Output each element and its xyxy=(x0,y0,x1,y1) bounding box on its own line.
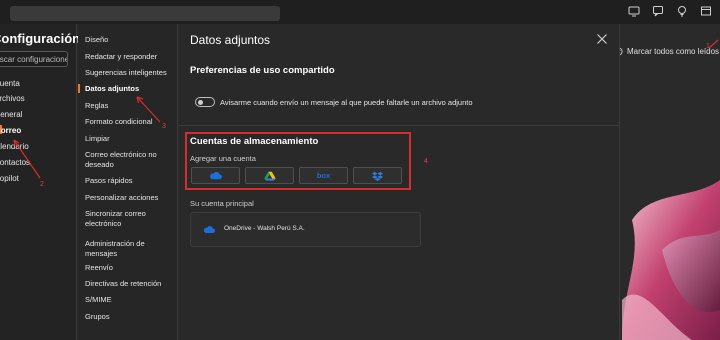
app-search-box[interactable] xyxy=(10,6,280,21)
sharing-section-title: Preferencias de uso compartido xyxy=(190,65,335,76)
nav-item-general[interactable]: General xyxy=(0,110,22,119)
nav-item-cuenta[interactable]: Cuenta xyxy=(0,79,20,88)
add-onedrive-button[interactable] xyxy=(191,167,240,184)
nav-item-archivos[interactable]: Archivos xyxy=(0,94,25,103)
settings-dialog: Configuración Buscar configuraciones Cue… xyxy=(0,24,620,340)
box-icon: box xyxy=(316,171,331,180)
primary-account-name: OneDrive - Walsh Perú S.A. xyxy=(224,225,305,232)
top-toolbar-icons xyxy=(628,5,712,17)
close-icon xyxy=(597,34,607,44)
chat-icon[interactable] xyxy=(652,5,664,17)
annotation-number-2: 2 xyxy=(40,181,44,188)
storage-section-title: Cuentas de almacenamiento xyxy=(190,136,319,147)
app-top-bar xyxy=(0,0,720,24)
sub-item-sugerencias[interactable]: Sugerencias inteligentes xyxy=(85,68,177,78)
sub-item-smime[interactable]: S/MIME xyxy=(85,295,177,305)
share-icon[interactable] xyxy=(628,5,640,17)
settings-search-placeholder: Buscar configuraciones xyxy=(0,55,68,64)
sub-item-reglas[interactable]: Reglas xyxy=(85,101,177,111)
sub-item-pasos-rapidos[interactable]: Pasos rápidos xyxy=(85,176,177,186)
add-google-drive-button[interactable] xyxy=(245,167,294,184)
sub-item-retencion[interactable]: Directivas de retención xyxy=(85,279,177,289)
sub-item-limpiar[interactable]: Limpiar xyxy=(85,134,177,144)
sub-active-indicator xyxy=(78,84,80,93)
close-button[interactable] xyxy=(596,32,608,44)
mark-all-read-button[interactable]: Marcar todos como leídos xyxy=(614,47,719,56)
toggle-knob xyxy=(198,99,203,105)
primary-account-card[interactable]: OneDrive - Walsh Perú S.A. xyxy=(190,212,421,247)
annotation-number-4: 4 xyxy=(424,158,428,165)
attachments-pane: Datos adjuntos Preferencias de uso compa… xyxy=(179,24,620,340)
sub-item-reenvio[interactable]: Reenvío xyxy=(85,263,177,273)
add-box-button[interactable]: box xyxy=(299,167,348,184)
lightbulb-icon[interactable] xyxy=(676,5,688,17)
sub-item-sincronizar[interactable]: Sincronizar correo electrónico xyxy=(85,209,177,229)
nav-item-contactos[interactable]: Contactos xyxy=(0,158,30,167)
page-title: Datos adjuntos xyxy=(190,33,271,47)
sub-item-no-deseado[interactable]: Correo electrónico no deseado xyxy=(85,150,177,170)
sub-item-personalizar[interactable]: Personalizar acciones xyxy=(85,193,177,203)
onedrive-icon xyxy=(210,171,222,179)
settings-title: Configuración xyxy=(0,31,81,46)
nav-item-correo[interactable]: Correo xyxy=(0,126,21,135)
window-icon[interactable] xyxy=(700,5,712,17)
add-account-label: Agregar una cuenta xyxy=(190,154,256,163)
missing-attachment-toggle[interactable] xyxy=(195,97,215,107)
annotation-number-3: 3 xyxy=(162,123,166,130)
nav-item-copilot[interactable]: Copilot xyxy=(0,174,19,183)
annotation-number-1: 1 xyxy=(706,43,710,50)
missing-attachment-label: Avisarme cuando envío un mensaje al que … xyxy=(220,98,473,107)
sub-item-redactar[interactable]: Redactar y responder xyxy=(85,52,177,62)
settings-search-input[interactable]: Buscar configuraciones xyxy=(0,51,68,67)
onedrive-icon xyxy=(203,226,215,233)
background-artwork xyxy=(622,170,720,340)
primary-account-label: Su cuenta principal xyxy=(190,199,254,208)
section-divider xyxy=(179,125,620,126)
sub-item-administracion[interactable]: Administración de mensajes xyxy=(85,239,177,259)
dropbox-icon xyxy=(372,171,383,181)
add-dropbox-button[interactable] xyxy=(353,167,402,184)
mail-settings-nav: Diseño Redactar y responder Sugerencias … xyxy=(78,24,178,340)
settings-nav: Configuración Buscar configuraciones Cue… xyxy=(0,24,81,340)
sub-item-grupos[interactable]: Grupos xyxy=(85,312,177,322)
sub-item-datos-adjuntos[interactable]: Datos adjuntos xyxy=(85,84,177,94)
google-drive-icon xyxy=(263,171,276,181)
nav-item-calendario[interactable]: Calendario xyxy=(0,142,29,151)
sub-item-diseno[interactable]: Diseño xyxy=(85,35,177,45)
